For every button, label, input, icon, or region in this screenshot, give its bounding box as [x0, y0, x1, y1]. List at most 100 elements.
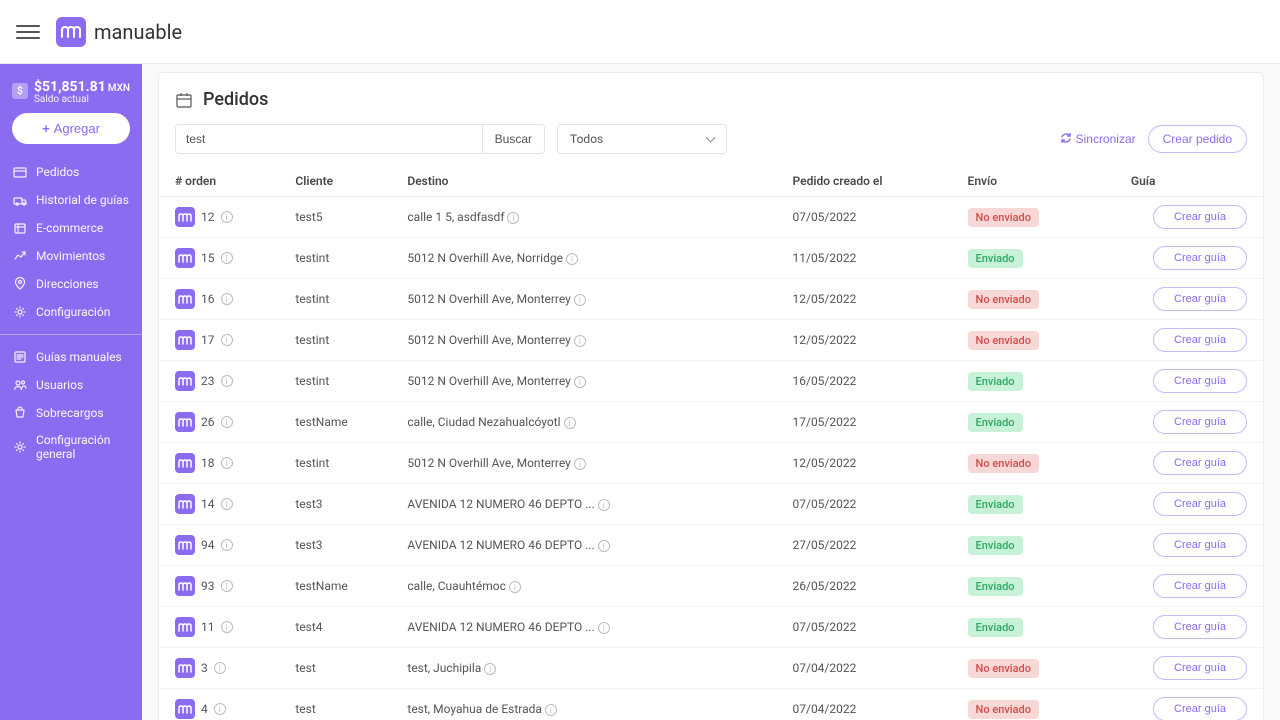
info-icon[interactable]: i — [221, 375, 233, 387]
sidebar-item-label-0: Pedidos — [36, 165, 79, 179]
order-number: 3 — [201, 661, 208, 675]
add-balance-button[interactable]: + Agregar — [12, 113, 130, 144]
brand-name: manuable — [94, 20, 182, 44]
created-cell: 07/04/2022 — [785, 689, 960, 720]
sidebar-admin-item-2[interactable]: Sobrecargos — [0, 399, 142, 427]
info-icon[interactable]: i — [214, 703, 226, 715]
search-wrap: Buscar — [175, 124, 545, 154]
search-input[interactable] — [176, 125, 482, 153]
status-badge: No enviado — [968, 659, 1039, 678]
order-number: 16 — [201, 292, 215, 306]
status-badge: No enviado — [968, 454, 1039, 473]
info-icon[interactable]: i — [221, 498, 233, 510]
created-cell: 26/05/2022 — [785, 566, 960, 607]
info-icon[interactable]: i — [214, 662, 226, 674]
create-guide-button[interactable]: Crear guía — [1153, 574, 1247, 598]
sidebar-item-2[interactable]: E-commerce — [0, 214, 142, 242]
info-icon[interactable]: i — [221, 293, 233, 305]
sidebar-admin-item-3[interactable]: Configuración general — [0, 427, 142, 467]
create-guide-button[interactable]: Crear guía — [1153, 492, 1247, 516]
sync-button[interactable]: Sincronizar — [1060, 132, 1136, 147]
sidebar-item-label-1: Historial de guías — [36, 193, 129, 207]
menu-toggle-button[interactable] — [16, 20, 40, 44]
order-number: 12 — [201, 210, 215, 224]
sidebar-item-1[interactable]: Historial de guías — [0, 186, 142, 214]
info-icon[interactable]: i — [566, 253, 578, 265]
order-number: 17 — [201, 333, 215, 347]
info-icon[interactable]: i — [221, 211, 233, 223]
sidebar-item-3[interactable]: Movimientos — [0, 242, 142, 270]
table-row: 26itestNamecalle, Ciudad Nezahualcóyotl … — [159, 402, 1263, 443]
filter-select[interactable]: Todos — [557, 124, 727, 154]
created-cell: 16/05/2022 — [785, 361, 960, 402]
create-guide-button[interactable]: Crear guía — [1153, 615, 1247, 639]
order-number: 26 — [201, 415, 215, 429]
create-guide-button[interactable]: Crear guía — [1153, 533, 1247, 557]
info-icon[interactable]: i — [221, 580, 233, 592]
col-header-client: Cliente — [287, 166, 399, 197]
search-button[interactable]: Buscar — [482, 125, 544, 153]
filter-select-value: Todos — [570, 132, 603, 146]
info-icon[interactable]: i — [564, 417, 576, 429]
info-icon[interactable]: i — [509, 581, 521, 593]
destination-cell: test, Juchipila — [407, 661, 481, 675]
col-header-order: # orden — [159, 166, 287, 197]
info-icon[interactable]: i — [545, 704, 557, 716]
info-icon[interactable]: i — [574, 376, 586, 388]
brand-row-icon — [175, 699, 195, 719]
sidebar-item-0[interactable]: Pedidos — [0, 158, 142, 186]
info-icon[interactable]: i — [574, 335, 586, 347]
create-guide-button[interactable]: Crear guía — [1153, 410, 1247, 434]
info-icon[interactable]: i — [221, 416, 233, 428]
info-icon[interactable]: i — [574, 294, 586, 306]
table-row: 3itesttest, Juchipila i07/04/2022No envi… — [159, 648, 1263, 689]
sync-icon — [1060, 132, 1072, 147]
col-header-shipping: Envío — [960, 166, 1123, 197]
brand-logo[interactable]: manuable — [56, 17, 182, 47]
col-header-created: Pedido creado el — [785, 166, 960, 197]
balance-label: Saldo actual — [34, 95, 130, 105]
brand-row-icon — [175, 494, 195, 514]
status-badge: Enviado — [968, 249, 1023, 268]
info-icon[interactable]: i — [221, 334, 233, 346]
plus-icon: + — [42, 121, 50, 136]
info-icon[interactable]: i — [221, 621, 233, 633]
info-icon[interactable]: i — [574, 458, 586, 470]
sidebar-item-label-3: Movimientos — [36, 249, 105, 263]
status-badge: Enviado — [968, 577, 1023, 596]
info-icon[interactable]: i — [221, 457, 233, 469]
destination-cell: calle 1 5, asdfasdf — [407, 210, 504, 224]
create-guide-button[interactable]: Crear guía — [1153, 697, 1247, 720]
col-header-destination: Destino — [399, 166, 784, 197]
create-guide-button[interactable]: Crear guía — [1153, 656, 1247, 680]
order-number: 23 — [201, 374, 215, 388]
sidebar-admin-item-1[interactable]: Usuarios — [0, 371, 142, 399]
create-guide-button[interactable]: Crear guía — [1153, 246, 1247, 270]
info-icon[interactable]: i — [598, 540, 610, 552]
destination-cell: test, Moyahua de Estrada — [407, 702, 542, 716]
info-icon[interactable]: i — [598, 499, 610, 511]
table-row: 12itest5calle 1 5, asdfasdf i07/05/2022N… — [159, 197, 1263, 238]
info-icon[interactable]: i — [221, 252, 233, 264]
create-guide-button[interactable]: Crear guía — [1153, 328, 1247, 352]
create-guide-button[interactable]: Crear guía — [1153, 205, 1247, 229]
sidebar-item-4[interactable]: Direcciones — [0, 270, 142, 298]
create-guide-button[interactable]: Crear guía — [1153, 451, 1247, 475]
order-number: 18 — [201, 456, 215, 470]
sidebar-admin-item-0[interactable]: Guías manuales — [0, 343, 142, 371]
info-icon[interactable]: i — [484, 663, 496, 675]
create-order-button[interactable]: Crear pedido — [1148, 125, 1247, 153]
brand-row-icon — [175, 535, 195, 555]
sidebar-admin-item-icon-2 — [12, 405, 28, 421]
info-icon[interactable]: i — [598, 622, 610, 634]
info-icon[interactable]: i — [221, 539, 233, 551]
client-cell: test4 — [287, 607, 399, 648]
nav-secondary: Guías manualesUsuariosSobrecargosConfigu… — [0, 343, 142, 467]
create-guide-button[interactable]: Crear guía — [1153, 369, 1247, 393]
client-cell: test — [287, 689, 399, 720]
info-icon[interactable]: i — [507, 212, 519, 224]
table-row: 11itest4AVENIDA 12 NUMERO 46 DEPTO ... i… — [159, 607, 1263, 648]
create-guide-button[interactable]: Crear guía — [1153, 287, 1247, 311]
destination-cell: 5012 N Overhill Ave, Norridge — [407, 251, 563, 265]
sidebar-item-5[interactable]: Configuración — [0, 298, 142, 326]
